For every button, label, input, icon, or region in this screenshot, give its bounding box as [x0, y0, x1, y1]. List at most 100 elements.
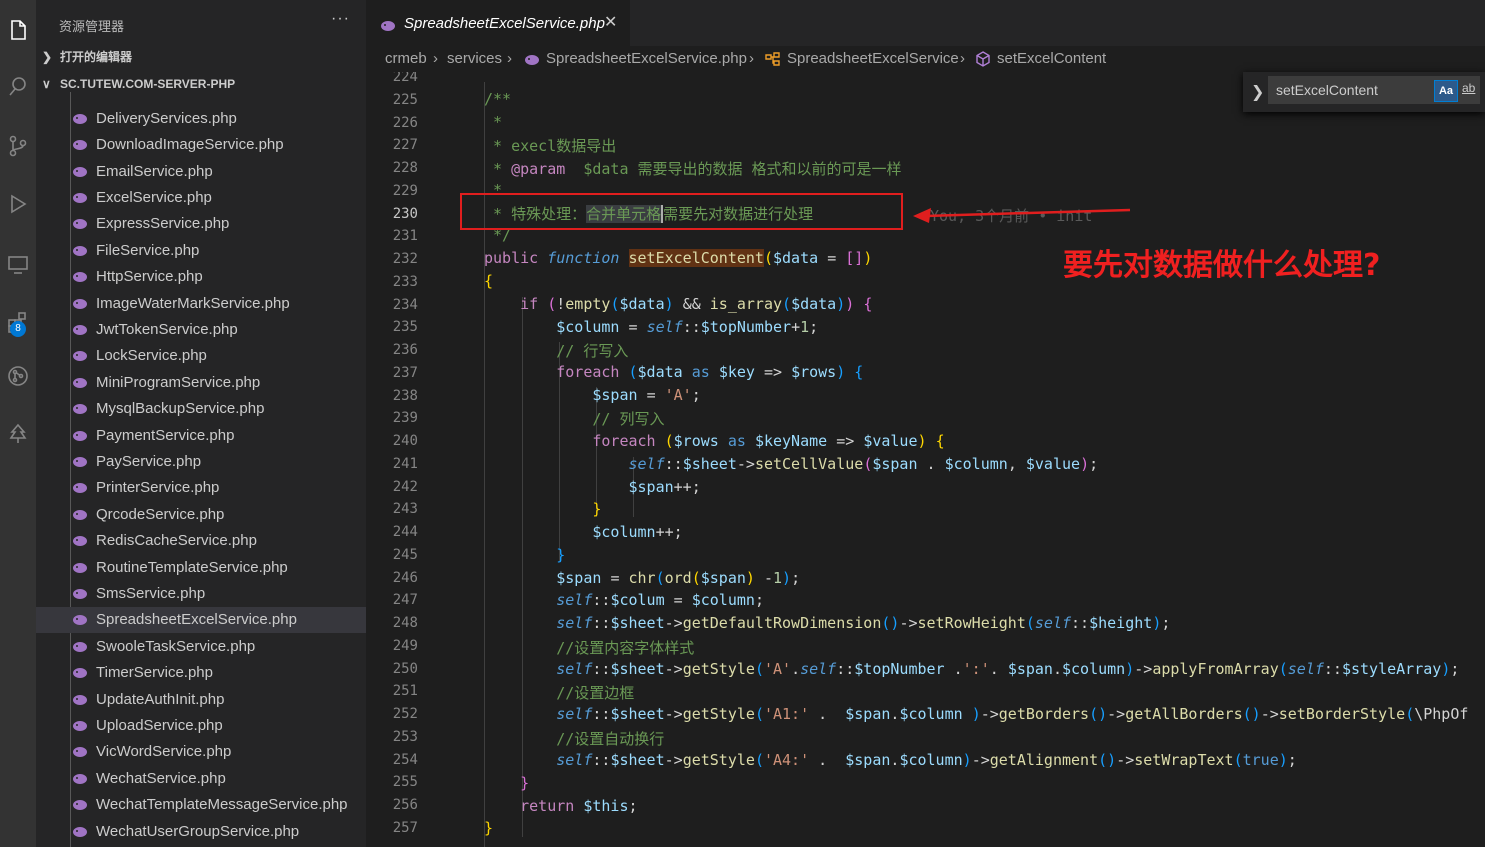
code-line: // 列写入: [592, 410, 665, 428]
code-editor[interactable]: 224 225 226 227 228 229 230 231 232 233 234 235 236 2…: [366, 72, 1485, 847]
file-name: PrinterService.php: [96, 479, 220, 496]
code-line: //设置内容字体样式: [556, 639, 695, 657]
code-line: $span = chr(ord($span) -1);: [556, 569, 801, 587]
php-file-icon: [72, 587, 88, 599]
file-item[interactable]: RedisCacheService.php: [36, 528, 366, 554]
find-input[interactable]: setExcelContent Aa ab: [1268, 76, 1480, 104]
breadcrumb-item-file[interactable]: SpreadsheetExcelService.php: [546, 50, 747, 67]
open-editors-section[interactable]: ❯ 打开的编辑器: [36, 46, 366, 68]
line-number: 244: [392, 524, 418, 540]
php-file-icon: [72, 561, 88, 573]
line-number: 243: [392, 501, 418, 518]
tab-spreadsheet-excel-service[interactable]: SpreadsheetExcelService.php ✕: [366, 0, 630, 46]
file-name: RedisCacheService.php: [96, 532, 257, 549]
open-editors-label: 打开的编辑器: [60, 50, 133, 64]
run-debug-icon[interactable]: [0, 180, 36, 228]
php-file-icon: [72, 481, 88, 493]
code-line: self::$colum = $column;: [556, 591, 764, 609]
breadcrumb-separator: ›: [507, 50, 512, 67]
file-item[interactable]: PrinterService.php: [36, 475, 366, 501]
file-item[interactable]: JwtTokenService.php: [36, 317, 366, 343]
source-control-icon[interactable]: [0, 122, 36, 170]
match-whole-word-button[interactable]: ab: [1462, 81, 1475, 95]
file-name: SmsService.php: [96, 585, 206, 602]
file-item[interactable]: SmsService.php: [36, 581, 366, 607]
file-item[interactable]: VicWordService.php: [36, 739, 366, 765]
php-file-icon: [72, 798, 88, 810]
code-line: foreach ($data as $key => $rows) {: [556, 363, 864, 381]
toggle-replace-icon[interactable]: ❯: [1251, 82, 1264, 101]
breadcrumb-item-method[interactable]: setExcelContent: [997, 50, 1106, 67]
code-line: }: [520, 774, 530, 792]
code-line: }: [484, 819, 494, 837]
line-number: 225: [392, 91, 418, 108]
file-item[interactable]: WechatTemplateMessageService.php: [36, 792, 366, 818]
line-number: 255: [392, 774, 418, 791]
file-item[interactable]: EmailService.php: [36, 159, 366, 185]
file-name: WechatTemplateMessageService.php: [96, 796, 348, 813]
line-number: 249: [392, 637, 418, 654]
file-item[interactable]: WechatUserGroupService.php: [36, 819, 366, 845]
php-file-icon: [72, 455, 88, 467]
annotation-text: 要先对数据做什么处理?: [1063, 248, 1381, 283]
breadcrumb-item-class[interactable]: SpreadsheetExcelService: [787, 50, 959, 67]
file-name: WechatUserGroupService.php: [96, 823, 300, 840]
file-item[interactable]: FileService.php: [36, 238, 366, 264]
file-name: DeliveryServices.php: [96, 110, 237, 127]
code-line: // 行写入: [556, 342, 629, 360]
file-item[interactable]: TimerService.php: [36, 660, 366, 686]
breadcrumb-item-services[interactable]: services: [447, 50, 502, 67]
php-file-icon: [72, 244, 88, 256]
file-item[interactable]: SpreadsheetExcelService.php: [36, 607, 366, 633]
file-item[interactable]: PayService.php: [36, 449, 366, 475]
more-actions-icon[interactable]: ···: [331, 10, 350, 28]
file-item[interactable]: PaymentService.php: [36, 423, 366, 449]
breadcrumb-separator: ›: [433, 50, 438, 67]
chevron-down-icon: ∨: [42, 77, 51, 91]
match-case-button[interactable]: Aa: [1434, 80, 1458, 102]
file-item[interactable]: LockService.php: [36, 343, 366, 369]
project-section[interactable]: ∨ SC.TUTEW.COM-SERVER-PHP: [36, 73, 366, 95]
line-number: 239: [392, 410, 418, 427]
file-name: QrcodeService.php: [96, 506, 225, 523]
file-name: JwtTokenService.php: [96, 321, 238, 338]
file-item[interactable]: QrcodeService.php: [36, 502, 366, 528]
file-name: MysqlBackupService.php: [96, 400, 265, 417]
file-item[interactable]: UploadService.php: [36, 713, 366, 739]
line-number: 233: [392, 273, 418, 290]
file-name: SpreadsheetExcelService.php: [96, 611, 297, 628]
code-line: $column++;: [592, 523, 683, 541]
php-file-icon: [72, 165, 88, 177]
file-item[interactable]: WechatService.php: [36, 766, 366, 792]
breadcrumb-item-crmeb[interactable]: crmeb: [385, 50, 427, 67]
class-icon: [764, 51, 782, 71]
file-item[interactable]: ExcelService.php: [36, 185, 366, 211]
file-name: DownloadImageService.php: [96, 136, 284, 153]
php-file-icon: [72, 138, 88, 150]
code-line: *: [484, 113, 503, 131]
file-item[interactable]: RoutineTemplateService.php: [36, 555, 366, 581]
remote-explorer-icon[interactable]: [0, 240, 36, 288]
file-item[interactable]: DownloadImageService.php: [36, 132, 366, 158]
file-item[interactable]: UpdateAuthInit.php: [36, 687, 366, 713]
method-icon: [975, 51, 991, 71]
file-item[interactable]: ExpressService.php: [36, 211, 366, 237]
file-item[interactable]: SwooleTaskService.php: [36, 634, 366, 660]
file-name: VicWordService.php: [96, 743, 232, 760]
tab-bar: SpreadsheetExcelService.php ✕: [366, 0, 1485, 46]
file-item[interactable]: ImageWaterMarkService.php: [36, 291, 366, 317]
file-item[interactable]: HttpService.php: [36, 264, 366, 290]
close-icon[interactable]: ✕: [604, 12, 617, 31]
php-file-icon: [72, 429, 88, 441]
php-file-icon: [72, 376, 88, 388]
highlight-box: [460, 193, 903, 230]
project-label: SC.TUTEW.COM-SERVER-PHP: [60, 77, 236, 91]
file-item[interactable]: DeliveryServices.php: [36, 106, 366, 132]
tree-icon[interactable]: [0, 410, 36, 458]
file-item[interactable]: MysqlBackupService.php: [36, 396, 366, 422]
search-icon[interactable]: [0, 62, 36, 110]
explorer-icon[interactable]: [0, 6, 36, 54]
git-graph-icon[interactable]: [0, 352, 36, 400]
file-item[interactable]: MiniProgramService.php: [36, 370, 366, 396]
extensions-icon[interactable]: 8: [0, 298, 36, 346]
